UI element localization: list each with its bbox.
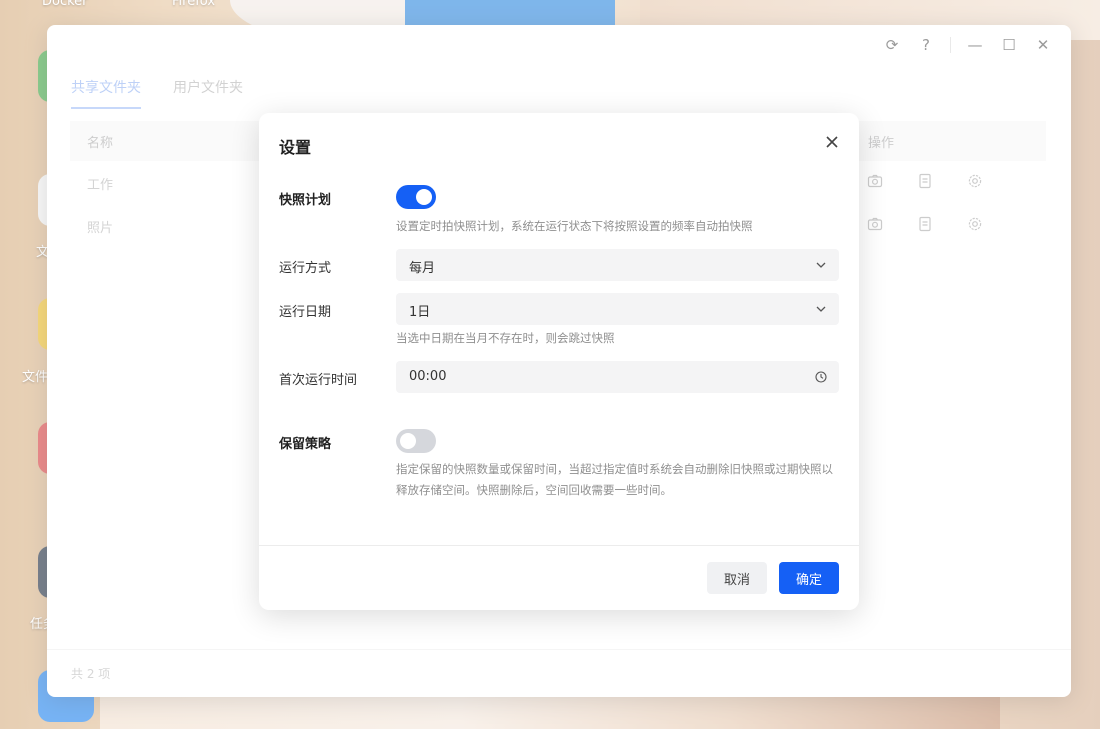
first-run-time-picker[interactable]: 00:00 bbox=[396, 361, 839, 393]
run-date-label: 运行日期 bbox=[279, 305, 332, 320]
snapshot-plan-toggle[interactable] bbox=[396, 185, 436, 209]
settings-dialog: 设置 快照计划 设置定时拍快照计划，系统在运行状态下将按照设置的频率自动拍快照 … bbox=[259, 113, 859, 610]
retention-label: 保留策略 bbox=[279, 437, 332, 452]
toggle-knob bbox=[400, 433, 416, 449]
retention-toggle[interactable] bbox=[396, 429, 436, 453]
run-date-hint: 当选中日期在当月不存在时，则会跳过快照 bbox=[396, 331, 615, 345]
run-mode-value: 每月 bbox=[409, 261, 436, 276]
confirm-button[interactable]: 确定 bbox=[779, 562, 839, 594]
first-run-time-label: 首次运行时间 bbox=[279, 373, 358, 388]
run-mode-select[interactable]: 每月 bbox=[396, 249, 839, 281]
snapshot-plan-hint: 设置定时拍快照计划，系统在运行状态下将按照设置的频率自动拍快照 bbox=[396, 219, 753, 233]
retention-hint: 指定保留的快照数量或保留时间，当超过指定值时系统会自动删除旧快照或过期快照以释放… bbox=[396, 462, 833, 497]
run-date-select[interactable]: 1日 bbox=[396, 293, 839, 325]
clock-icon bbox=[815, 371, 827, 383]
toggle-knob bbox=[416, 189, 432, 205]
dialog-divider bbox=[259, 545, 859, 546]
chevron-down-icon bbox=[815, 303, 827, 315]
first-run-time-value: 00:00 bbox=[409, 369, 447, 384]
close-icon[interactable] bbox=[823, 133, 841, 151]
run-date-value: 1日 bbox=[409, 305, 431, 320]
dialog-title: 设置 bbox=[279, 138, 312, 157]
chevron-down-icon bbox=[815, 259, 827, 271]
snapshot-plan-label: 快照计划 bbox=[279, 193, 332, 208]
cancel-button[interactable]: 取消 bbox=[707, 562, 767, 594]
run-mode-label: 运行方式 bbox=[279, 261, 332, 276]
